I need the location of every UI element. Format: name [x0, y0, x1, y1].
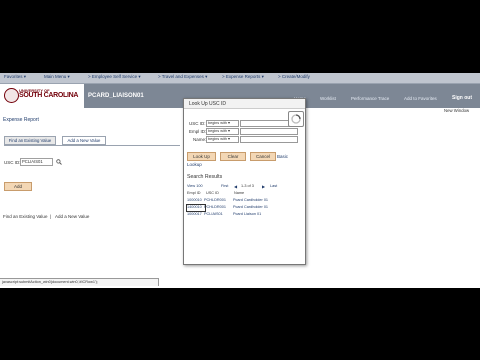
pager-last[interactable]: Last: [270, 184, 277, 188]
pager-view-100[interactable]: View 100: [187, 184, 203, 188]
result-row-3-usc-id[interactable]: PCLIAIS01: [204, 212, 223, 216]
nav-employee-self-service[interactable]: > Employee Self Service ▾: [88, 74, 141, 80]
university-logo[interactable]: UNIVERSITY OF SOUTH CAROLINA: [2, 86, 82, 106]
bottom-link-add-new[interactable]: Add a New Value: [55, 214, 89, 219]
browser-status-bar: javascript:submitAction_win0(document.wi…: [0, 278, 159, 286]
tab-find-existing-value[interactable]: Find an Existing Value: [4, 136, 56, 145]
new-window-link[interactable]: New Window: [444, 108, 469, 113]
row-focus-outline: [186, 204, 206, 212]
page-title: Expense Report: [3, 117, 39, 123]
app-title: PCARD_LIAISON01: [88, 93, 144, 99]
logo-line2: SOUTH CAROLINA: [19, 92, 79, 99]
top-navigation-bar: Favorites ▾ Main Menu ▾ > Employee Self …: [0, 73, 480, 84]
lookup-operator-empl-id[interactable]: begins with ▾: [206, 128, 239, 135]
nav-create-modify[interactable]: > Create/Modify: [278, 74, 310, 79]
basic-lookup-link-cont[interactable]: Lookup: [187, 162, 202, 167]
nav-main-menu[interactable]: Main Menu ▾: [44, 74, 70, 80]
result-row-1-empl-id[interactable]: 1000010: [187, 198, 202, 202]
browser-viewport: Favorites ▾ Main Menu ▾ > Employee Self …: [0, 73, 480, 288]
lookup-modal-titlebar[interactable]: Look Up USC ID: [184, 99, 305, 109]
tab-add-new-value[interactable]: Add a New Value: [62, 136, 106, 145]
header-link-performance-trace[interactable]: Performance Trace: [351, 96, 389, 101]
bottom-link-find-existing[interactable]: Find an Existing Value: [3, 214, 47, 219]
search-results-title: Search Results: [187, 174, 223, 180]
lookup-button[interactable]: Look Up: [187, 152, 216, 161]
lookup-label-name: Name:: [193, 137, 207, 142]
basic-lookup-link[interactable]: Basic: [277, 154, 288, 159]
pager-first[interactable]: First: [221, 184, 228, 188]
usc-id-input[interactable]: PCLIAIS01: [20, 158, 53, 166]
header-link-add-favorites[interactable]: Add to Favorites: [404, 96, 437, 101]
lookup-input-empl-id[interactable]: [240, 128, 298, 135]
lookup-operator-name[interactable]: begins with ▾: [206, 136, 239, 143]
header-link-worklist[interactable]: Worklist: [320, 96, 336, 101]
nav-expense-reports[interactable]: > Expense Reports ▾: [222, 74, 264, 80]
lookup-input-name[interactable]: [240, 136, 298, 143]
lookup-label-empl-id: Empl ID:: [189, 129, 207, 134]
clear-button[interactable]: Clear: [220, 152, 246, 161]
usc-id-label: USC ID:: [4, 160, 21, 165]
lookup-operator-usc-id[interactable]: begins with ▾: [206, 120, 239, 127]
loading-spinner-icon: [288, 111, 304, 127]
tab-divider: [4, 145, 180, 146]
lookup-modal-title: Look Up USC ID: [189, 101, 226, 107]
column-name[interactable]: Name: [234, 191, 244, 195]
column-usc-id[interactable]: USC ID: [206, 191, 219, 195]
cancel-button[interactable]: Cancel: [250, 152, 276, 161]
result-row-1-usc-id[interactable]: PCHLDR001: [204, 198, 226, 202]
result-row-2-usc-id[interactable]: PCHLDR001: [204, 205, 226, 209]
pager-range: 1-3 of 3: [241, 184, 254, 188]
lookup-search-icon[interactable]: [56, 159, 62, 165]
result-row-1-name[interactable]: Pcard Cardholder 01: [233, 198, 268, 202]
nav-travel-expenses[interactable]: > Travel and Expenses ▾: [158, 74, 207, 80]
pager-prev-icon[interactable]: ◀: [234, 184, 237, 189]
result-row-3-empl-id[interactable]: 1000017: [187, 212, 202, 216]
nav-favorites[interactable]: Favorites ▾: [4, 74, 26, 80]
result-row-2-name[interactable]: Pcard Cardholder 01: [233, 205, 268, 209]
university-seal-icon: [4, 88, 19, 103]
result-row-3-name[interactable]: Pcard Liaison 01: [233, 212, 261, 216]
pager-next-icon[interactable]: ▶: [262, 184, 265, 189]
status-bar-url: javascript:submitAction_win0(document.wi…: [2, 280, 98, 284]
sign-out-link[interactable]: Sign out: [452, 95, 472, 101]
column-empl-id[interactable]: Empl ID: [187, 191, 201, 195]
add-button[interactable]: Add: [4, 182, 32, 191]
lookup-label-usc-id: USC ID:: [189, 121, 206, 126]
bottom-link-separator: |: [50, 214, 52, 219]
